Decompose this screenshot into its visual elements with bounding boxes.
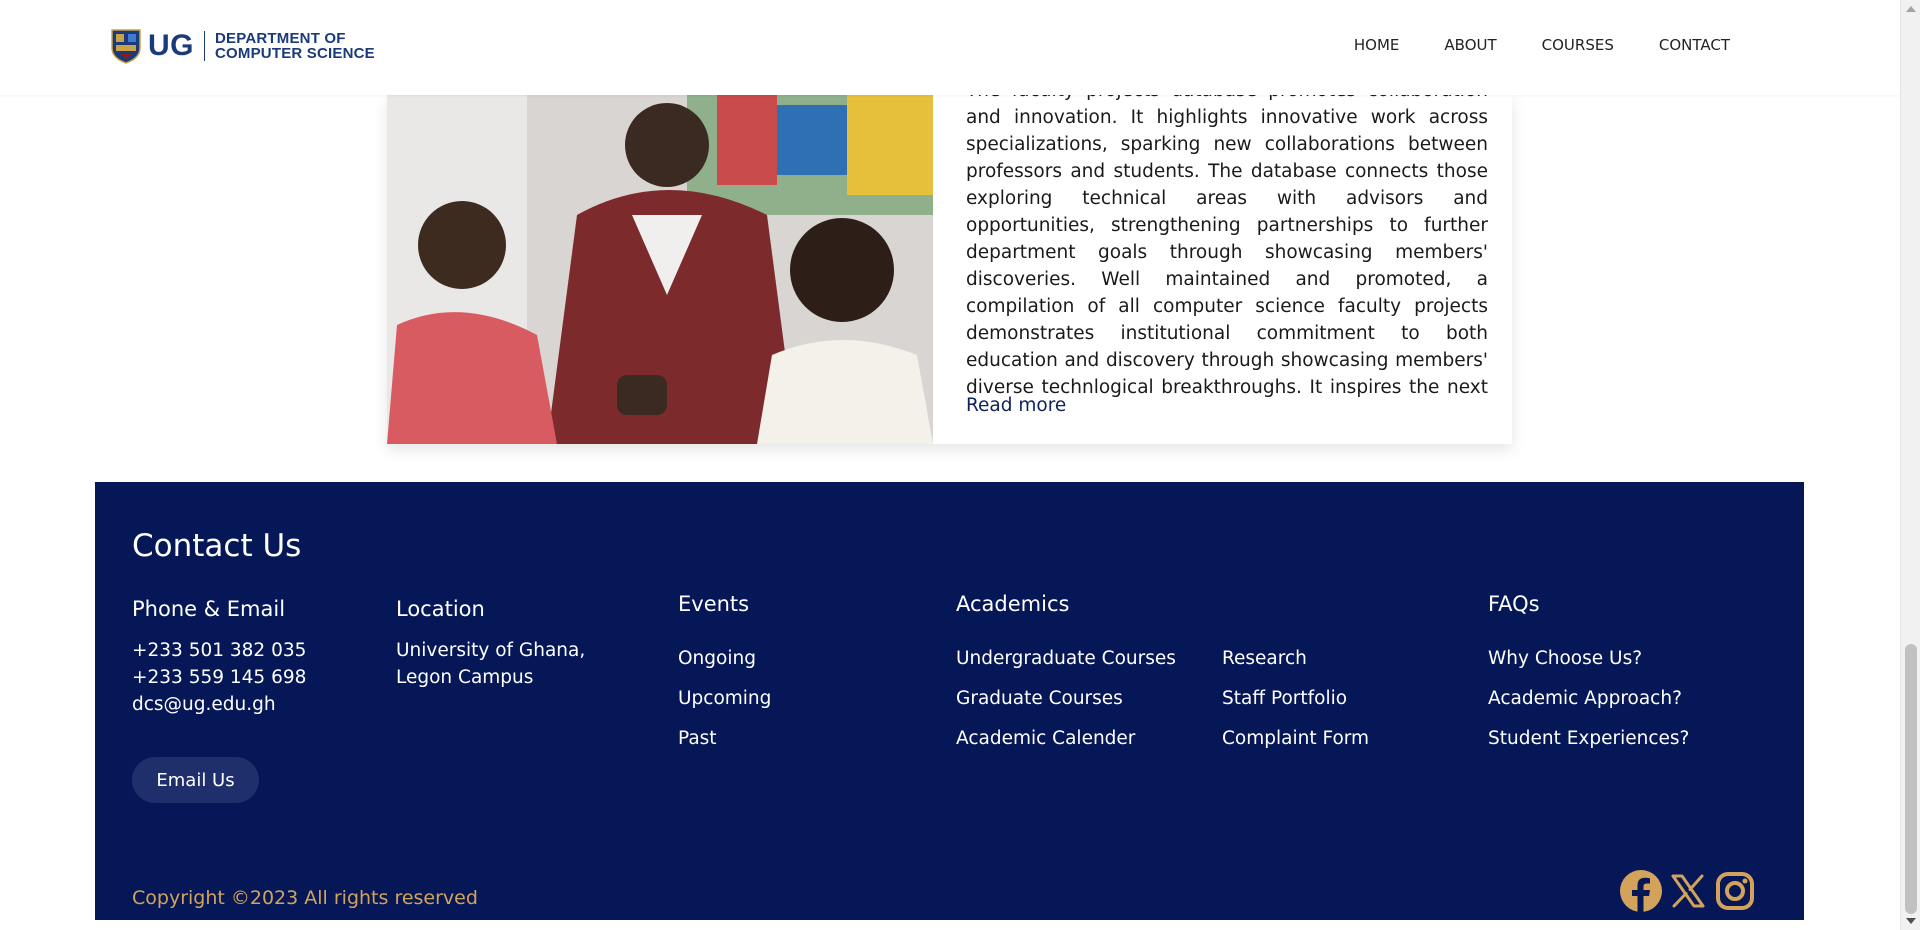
- faqs-heading: FAQs: [1488, 592, 1540, 616]
- site-footer: Contact Us Phone & Email +233 501 382 03…: [95, 482, 1804, 920]
- location-heading: Location: [396, 597, 485, 621]
- classroom-photo: [387, 95, 933, 444]
- logo-line-1: DEPARTMENT OF: [215, 30, 346, 47]
- faqs-link-academic-approach[interactable]: Academic Approach?: [1488, 688, 1682, 709]
- nav-home[interactable]: HOME: [1354, 36, 1400, 54]
- main-nav: HOME ABOUT COURSES CONTACT: [1354, 36, 1730, 54]
- footer-title: Contact Us: [132, 528, 302, 564]
- logo-divider: [204, 31, 205, 61]
- location-line-2: Legon Campus: [396, 667, 534, 688]
- facebook-icon[interactable]: [1618, 868, 1664, 914]
- email-us-button[interactable]: Email Us: [132, 757, 259, 803]
- faqs-link-why-choose-us[interactable]: Why Choose Us?: [1488, 648, 1642, 669]
- email-address: dcs@ug.edu.gh: [132, 694, 276, 715]
- phone-email-heading: Phone & Email: [132, 597, 286, 621]
- nav-contact[interactable]: CONTACT: [1659, 36, 1730, 54]
- x-icon[interactable]: [1665, 868, 1711, 914]
- card-body-text: The faculty projects database promotes c…: [966, 95, 1488, 398]
- page-scrollbar[interactable]: [1900, 0, 1920, 930]
- scroll-down-arrow-icon[interactable]: [1906, 918, 1916, 924]
- phone-2: +233 559 145 698: [132, 667, 307, 688]
- academics-link-graduate[interactable]: Graduate Courses: [956, 688, 1123, 709]
- academics-link-complaint-form[interactable]: Complaint Form: [1222, 728, 1369, 749]
- nav-courses[interactable]: COURSES: [1542, 36, 1614, 54]
- scroll-up-arrow-icon[interactable]: [1906, 6, 1916, 12]
- scroll-thumb[interactable]: [1905, 644, 1917, 914]
- nav-about[interactable]: ABOUT: [1444, 36, 1496, 54]
- events-link-past[interactable]: Past: [678, 728, 717, 749]
- instagram-icon[interactable]: [1712, 868, 1758, 914]
- logo-mark: UG: [148, 29, 194, 62]
- academics-link-staff-portfolio[interactable]: Staff Portfolio: [1222, 688, 1347, 709]
- events-heading: Events: [678, 592, 750, 616]
- academics-heading: Academics: [956, 592, 1070, 616]
- card-body-clip: The faculty projects database promotes c…: [966, 95, 1488, 401]
- copyright-text: Copyright ©2023 All rights reserved: [132, 887, 478, 909]
- events-link-ongoing[interactable]: Ongoing: [678, 648, 756, 669]
- site-header: UG DEPARTMENT OF COMPUTER SCIENCE HOME A…: [0, 0, 1900, 95]
- events-link-upcoming[interactable]: Upcoming: [678, 688, 771, 709]
- logo-line-2: COMPUTER SCIENCE: [215, 45, 375, 62]
- projects-card: The faculty projects database promotes c…: [387, 95, 1512, 444]
- location-line-1: University of Ghana,: [396, 640, 586, 661]
- academics-link-calendar[interactable]: Academic Calender: [956, 728, 1135, 749]
- university-crest-icon: [111, 29, 141, 64]
- logo[interactable]: UG DEPARTMENT OF COMPUTER SCIENCE: [110, 28, 375, 64]
- phone-1: +233 501 382 035: [132, 640, 307, 661]
- academics-link-undergraduate[interactable]: Undergraduate Courses: [956, 648, 1176, 669]
- logo-text: DEPARTMENT OF COMPUTER SCIENCE: [215, 31, 375, 61]
- academics-link-research[interactable]: Research: [1222, 648, 1307, 669]
- read-more-link[interactable]: Read more: [966, 395, 1066, 416]
- classroom-photo-illustration: [387, 95, 933, 444]
- faqs-link-student-experiences[interactable]: Student Experiences?: [1488, 728, 1689, 749]
